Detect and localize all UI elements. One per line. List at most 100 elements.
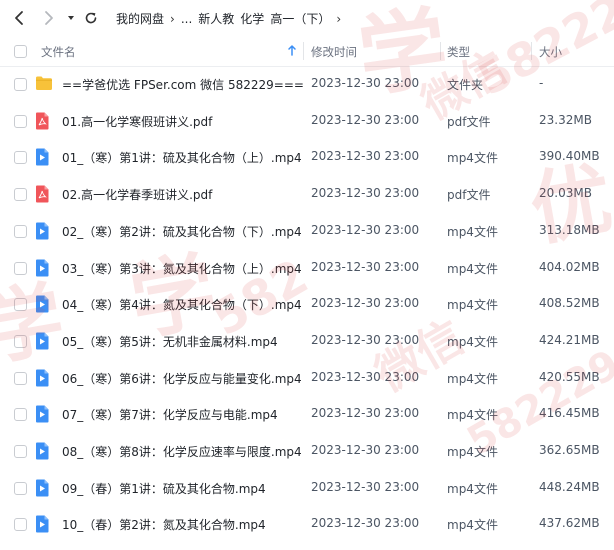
video-file-icon (35, 515, 51, 533)
modified-time: 2023-12-30 23:00 (311, 406, 420, 421)
file-name[interactable]: 05_（寒）第5讲：无机非金属材料.mp4 (62, 333, 278, 350)
file-row[interactable]: 02_（寒）第2讲：硫及其化合物（下）.mp4 2023-12-30 23:00 m… (0, 213, 614, 250)
row-checkbox[interactable] (14, 151, 27, 165)
file-name[interactable]: 02_（寒）第2讲：硫及其化合物（下）.mp4 (62, 223, 302, 240)
refresh-icon[interactable] (82, 8, 100, 28)
breadcrumb-item[interactable]: 我的网盘 (116, 10, 164, 27)
file-name[interactable]: 09_（春）第1讲：硫及其化合物.mp4 (62, 480, 266, 497)
file-row[interactable]: 06_（寒）第6讲：化学反应与能量变化.mp4 2023-12-30 23:00 m… (0, 360, 614, 397)
video-file-icon (35, 479, 51, 497)
modified-time: 2023-12-30 23:00 (311, 479, 420, 494)
file-name[interactable]: 03_（寒）第3讲：氮及其化合物（上）.mp4 (62, 260, 302, 277)
folder-icon (35, 75, 52, 93)
video-file-icon (35, 332, 51, 350)
row-checkbox[interactable] (14, 334, 27, 348)
file-size: 408.52MB (539, 296, 600, 311)
file-row[interactable]: 03_（寒）第3讲：氮及其化合物（上）.mp4 2023-12-30 23:00 m… (0, 250, 614, 287)
row-checkbox[interactable] (14, 188, 27, 202)
row-checkbox[interactable] (14, 78, 27, 91)
video-file-icon (35, 295, 51, 313)
breadcrumb-item[interactable]: 化学 (240, 10, 264, 27)
modified-time: 2023-12-30 23:00 (311, 516, 420, 531)
file-type: 文件夹 (447, 78, 484, 92)
modified-time: 2023-12-30 23:00 (311, 76, 420, 90)
chevron-left-icon[interactable] (10, 8, 28, 28)
header-size[interactable]: 大小 (539, 44, 562, 60)
column-header: 文件名 修改时间 类型 大小 (0, 36, 614, 67)
modified-time: 2023-12-30 23:00 (311, 149, 420, 164)
file-name[interactable]: ==学爸优选 FPSer.com 微信 582229=== (62, 76, 304, 93)
file-type: mp4文件 (447, 261, 498, 276)
modified-time: 2023-12-30 23:00 (311, 332, 420, 347)
video-file-icon (35, 148, 51, 166)
file-row[interactable]: 10_（春）第2讲：氮及其化合物.mp4 2023-12-30 23:00 mp4文… (0, 506, 614, 543)
file-row[interactable]: 07_（寒）第7讲：化学反应与电能.mp4 2023-12-30 23:00 mp4… (0, 396, 614, 433)
chevron-right-icon[interactable] (40, 8, 58, 28)
file-size: 23.32MB (539, 112, 592, 127)
row-checkbox[interactable] (14, 371, 27, 385)
file-name[interactable]: 07_（寒）第7讲：化学反应与电能.mp4 (62, 406, 278, 423)
file-row[interactable]: 01.高一化学寒假班讲义.pdf 2023-12-30 23:00 pdf文件 23.… (0, 103, 614, 140)
file-row[interactable]: 02.高一化学春季班讲义.pdf 2023-12-30 23:00 pdf文件 20.… (0, 176, 614, 213)
modified-time: 2023-12-30 23:00 (311, 186, 420, 201)
file-name[interactable]: 10_（春）第2讲：氮及其化合物.mp4 (62, 516, 266, 533)
file-row[interactable]: 05_（寒）第5讲：无机非金属材料.mp4 2023-12-30 23:00 mp4… (0, 323, 614, 360)
file-size: 390.40MB (539, 149, 600, 164)
file-row[interactable]: 04_（寒）第4讲：氮及其化合物（下）.mp4 2023-12-30 23:00 m… (0, 286, 614, 323)
caret-down-icon[interactable] (62, 8, 80, 28)
file-size: - (539, 76, 544, 90)
row-checkbox[interactable] (14, 408, 27, 422)
arrow-up-icon[interactable] (287, 44, 297, 59)
file-row[interactable]: 09_（春）第1讲：硫及其化合物.mp4 2023-12-30 23:00 mp4文… (0, 470, 614, 507)
row-checkbox[interactable] (14, 445, 27, 458)
file-name[interactable]: 02.高一化学春季班讲义.pdf (62, 186, 212, 203)
modified-time: 2023-12-30 23:00 (311, 112, 420, 127)
file-name[interactable]: 06_（寒）第6讲：化学反应与能量变化.mp4 (62, 370, 302, 387)
pdf-file-icon (35, 185, 51, 203)
file-name[interactable]: 01_（寒）第1讲：硫及其化合物（上）.mp4 (62, 149, 302, 166)
header-modified[interactable]: 修改时间 (311, 44, 357, 60)
chevron-right-icon[interactable]: › (336, 12, 341, 26)
row-checkbox[interactable] (14, 518, 27, 532)
file-name[interactable]: 01.高一化学寒假班讲义.pdf (62, 113, 212, 130)
header-name[interactable]: 文件名 (41, 44, 76, 60)
file-name[interactable]: 04_（寒）第4讲：氮及其化合物（下）.mp4 (62, 296, 302, 313)
file-type: mp4文件 (447, 445, 498, 459)
header-type[interactable]: 类型 (447, 44, 470, 60)
file-size: 20.03MB (539, 186, 592, 201)
file-size: 437.62MB (539, 516, 600, 531)
row-checkbox[interactable] (14, 114, 27, 128)
file-name[interactable]: 08_（寒）第8讲：化学反应速率与限度.mp4 (62, 443, 302, 460)
file-row[interactable]: 08_（寒）第8讲：化学反应速率与限度.mp4 2023-12-30 23:00 m… (0, 433, 614, 470)
file-type: mp4文件 (447, 481, 498, 496)
file-size: 313.18MB (539, 222, 600, 237)
video-file-icon (35, 405, 51, 423)
file-row[interactable]: 01_（寒）第1讲：硫及其化合物（上）.mp4 2023-12-30 23:00 m… (0, 139, 614, 176)
file-size: 362.65MB (539, 443, 600, 457)
breadcrumb-item[interactable]: ... (181, 12, 192, 26)
column-divider[interactable] (440, 42, 441, 60)
column-divider[interactable] (531, 42, 532, 60)
modified-time: 2023-12-30 23:00 (311, 222, 420, 237)
video-file-icon (35, 222, 51, 240)
file-size: 424.21MB (539, 332, 600, 347)
row-checkbox[interactable] (14, 261, 27, 275)
file-type: mp4文件 (447, 371, 498, 386)
file-type: mp4文件 (447, 224, 498, 239)
video-file-icon (35, 442, 51, 460)
breadcrumb-item[interactable]: 新人教 (198, 10, 234, 27)
file-size: 404.02MB (539, 259, 600, 274)
row-checkbox[interactable] (14, 481, 27, 495)
file-row[interactable]: ==学爸优选 FPSer.com 微信 582229=== 2023-12-30 … (0, 66, 614, 103)
breadcrumb: 我的网盘 › ... 新人教 化学 高一（下） › (116, 10, 347, 27)
row-checkbox[interactable] (14, 224, 27, 238)
row-checkbox[interactable] (14, 298, 27, 312)
chevron-right-icon: › (170, 11, 175, 26)
video-file-icon (35, 369, 51, 387)
select-all-checkbox[interactable] (14, 45, 27, 58)
column-divider[interactable] (303, 42, 304, 60)
modified-time: 2023-12-30 23:00 (311, 259, 420, 274)
breadcrumb-item[interactable]: 高一（下） (270, 10, 330, 27)
file-size: 448.24MB (539, 479, 600, 494)
file-type: mp4文件 (447, 334, 498, 349)
